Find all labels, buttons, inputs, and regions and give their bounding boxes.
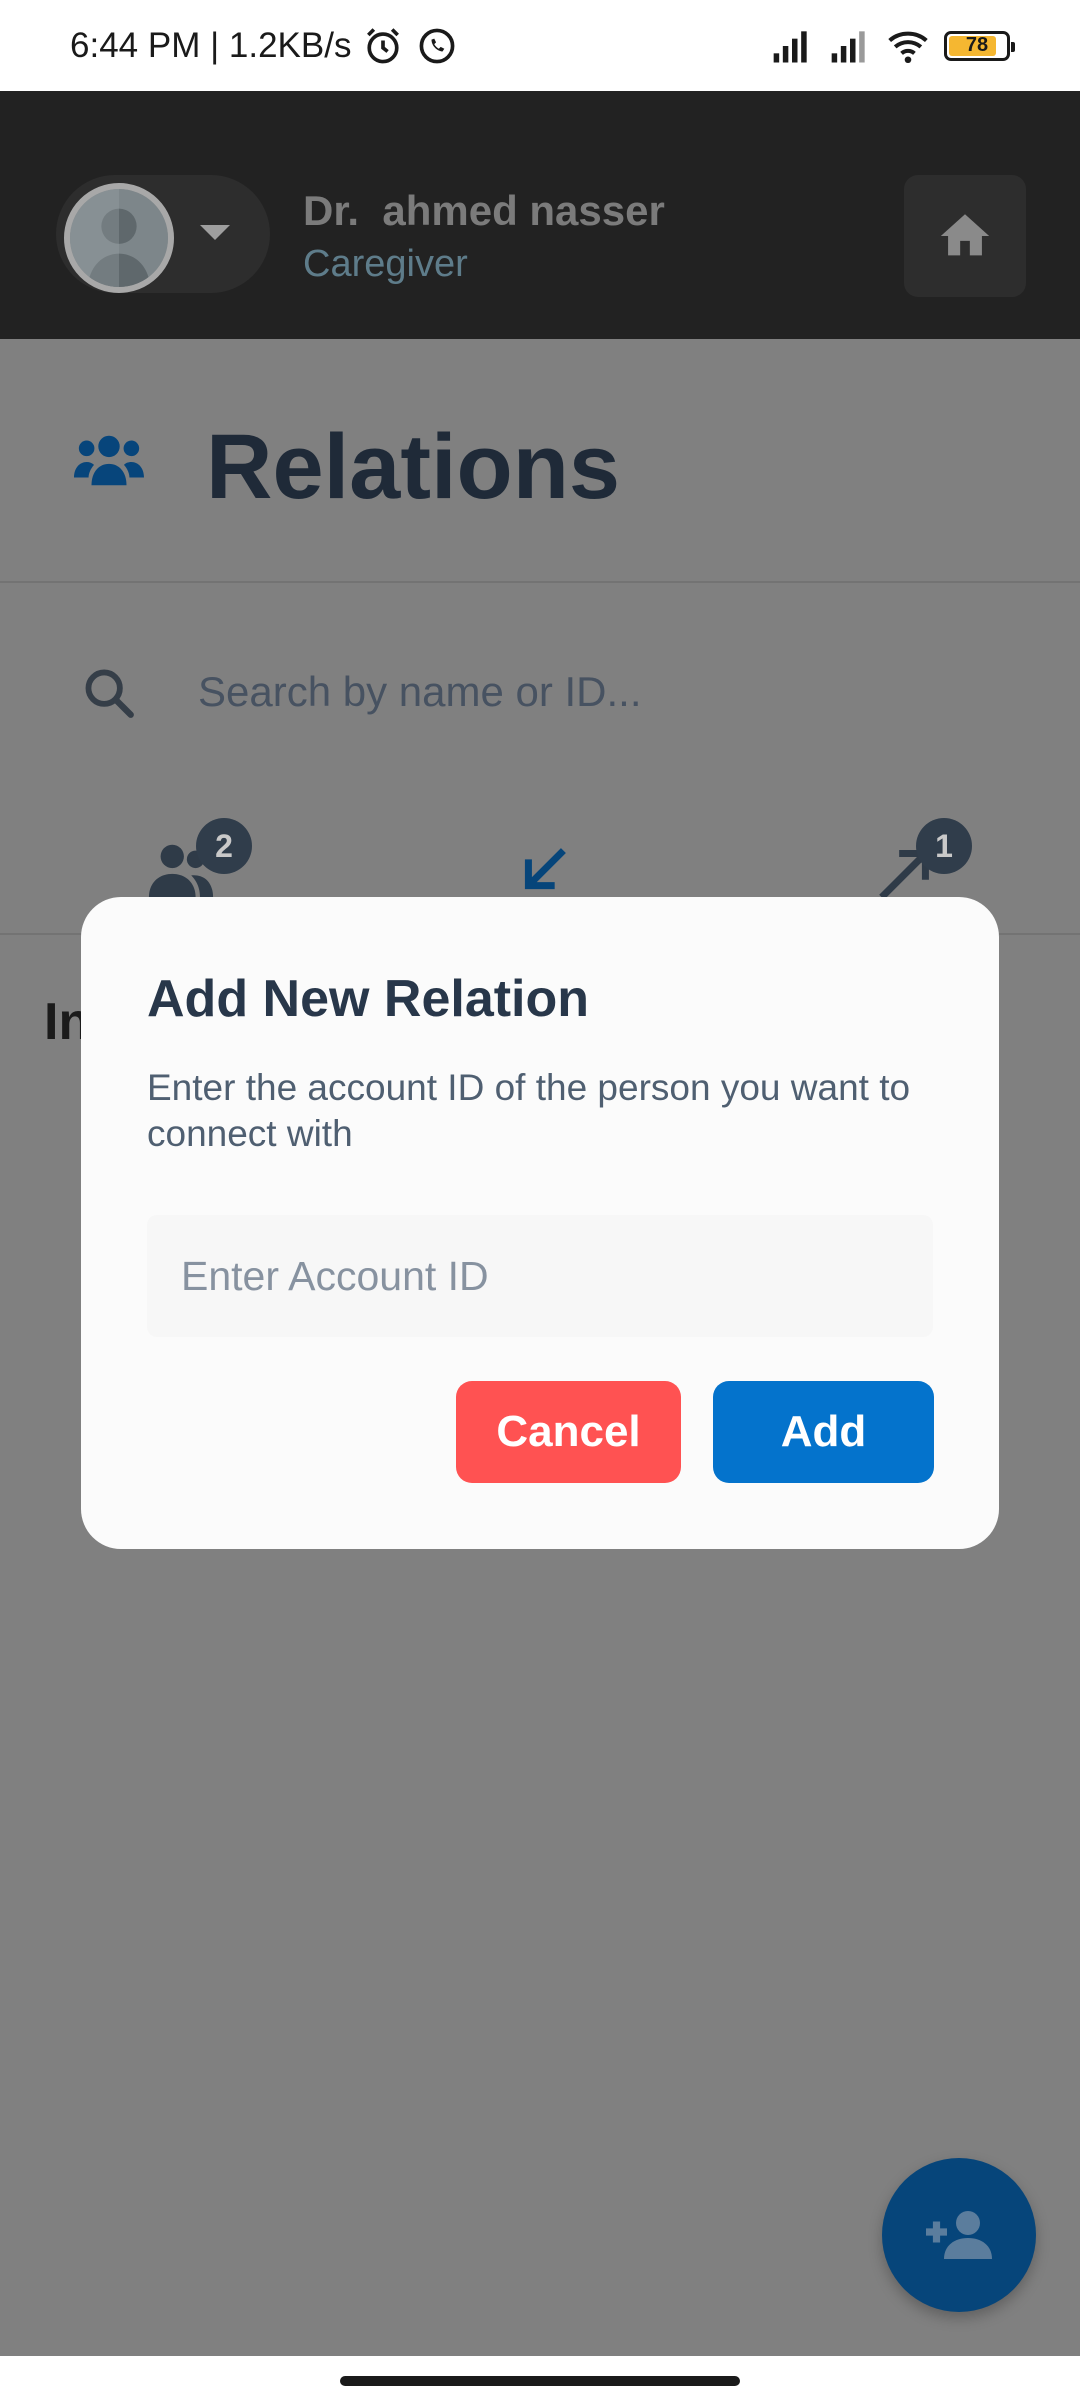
- search-input[interactable]: [198, 660, 998, 724]
- home-gesture-handle[interactable]: [340, 2376, 740, 2386]
- search-bar: [0, 640, 1080, 750]
- system-navigation-bar: [0, 2356, 1080, 2400]
- status-bar: 6:44 PM | 1.2KB/s 78: [0, 0, 1080, 91]
- battery-icon: 78: [944, 30, 1015, 61]
- tab-incoming-requests[interactable]: [478, 810, 608, 910]
- status-time-speed: 6:44 PM | 1.2KB/s: [70, 25, 352, 65]
- signal-icon: [773, 30, 807, 62]
- page-title: Relations: [206, 416, 621, 518]
- dialog-title: Add New Relation: [147, 970, 590, 1028]
- home-icon: [940, 214, 990, 256]
- tab-badge-count: 2: [196, 818, 252, 874]
- alarm-icon: [367, 27, 400, 63]
- profile-menu-button[interactable]: [56, 175, 270, 293]
- add-relation-fab[interactable]: [882, 2158, 1036, 2312]
- account-id-input[interactable]: [147, 1215, 933, 1337]
- avatar: [64, 183, 174, 293]
- cancel-button[interactable]: Cancel: [456, 1381, 681, 1483]
- home-button[interactable]: [904, 175, 1026, 297]
- app-header: Dr. ahmed nasser Caregiver: [0, 91, 1080, 339]
- account-id-field: [147, 1215, 933, 1337]
- add-button[interactable]: Add: [713, 1381, 934, 1483]
- user-role: Caregiver: [303, 243, 468, 285]
- battery-level: 78: [965, 34, 989, 56]
- screen: 6:44 PM | 1.2KB/s 78 Dr. ahmed nasser Ca…: [0, 0, 1080, 2400]
- person-add-icon: [926, 2211, 992, 2259]
- status-left: 6:44 PM | 1.2KB/s: [70, 24, 459, 68]
- people-group-icon: [74, 435, 144, 486]
- wifi-icon: [888, 31, 928, 63]
- status-right: 78: [770, 24, 1015, 68]
- user-name: Dr. ahmed nasser: [303, 187, 665, 234]
- tab-all-relations[interactable]: 2: [140, 810, 270, 910]
- avatar-person-icon: [70, 189, 168, 287]
- dialog-description: Enter the account ID of the person you w…: [147, 1067, 911, 1154]
- chevron-down-icon: [200, 225, 230, 240]
- add-relation-dialog: Add New Relation Enter the account ID of…: [81, 897, 999, 1549]
- page-heading-section: Relations: [0, 345, 1080, 583]
- search-icon: [85, 669, 134, 718]
- signal-icon-2: [831, 30, 865, 62]
- tab-badge-count: 1: [916, 818, 972, 874]
- whatsapp-icon: [420, 28, 455, 63]
- arrow-incoming-icon: [524, 848, 566, 890]
- tab-outgoing-requests[interactable]: 1: [860, 810, 990, 910]
